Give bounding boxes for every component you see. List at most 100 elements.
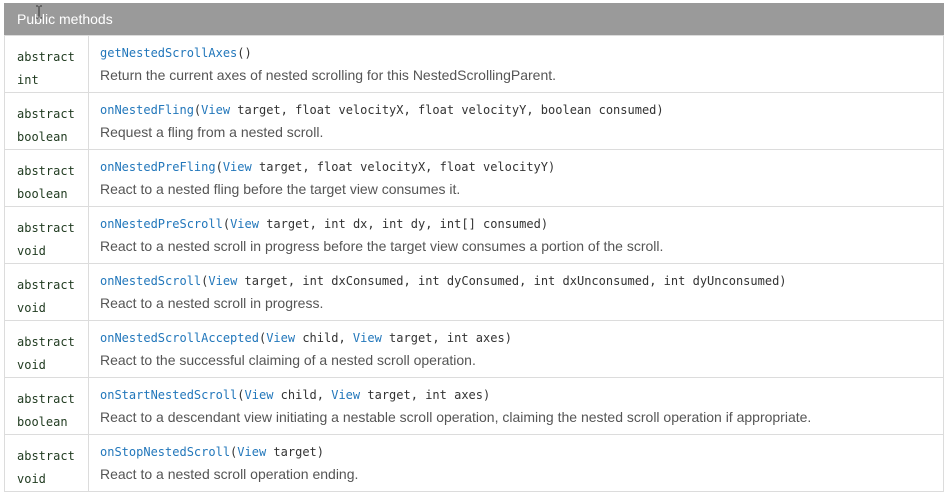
param-type: int bbox=[533, 274, 556, 288]
modifier-text: abstract bbox=[17, 278, 75, 292]
return-type-cell: abstract void bbox=[4, 206, 89, 264]
methods-table-body: abstract int getNestedScrollAxes() Return t… bbox=[4, 35, 944, 492]
param-type: float bbox=[295, 103, 332, 117]
return-type-text: boolean bbox=[17, 187, 68, 201]
method-signature: onStartNestedScroll(View child, View tar… bbox=[100, 388, 491, 402]
param-type-link[interactable]: View bbox=[245, 388, 274, 402]
method-name-link[interactable]: getNestedScrollAxes bbox=[100, 46, 237, 60]
public-methods-section: Public methods abstract int getNestedScrol… bbox=[4, 3, 944, 492]
method-name-link[interactable]: onStopNestedScroll bbox=[100, 445, 230, 459]
return-type: abstract boolean bbox=[5, 150, 88, 206]
modifier-text: abstract bbox=[17, 449, 75, 463]
param-type: int bbox=[417, 274, 440, 288]
return-type-cell: abstract void bbox=[4, 320, 89, 378]
param-type: float bbox=[417, 103, 455, 117]
method-description: React to a nested scroll in progress. bbox=[100, 295, 324, 311]
method-detail-cell: onNestedFling(View target, float velocit… bbox=[88, 92, 944, 150]
modifier-text: abstract bbox=[17, 107, 75, 121]
method-row: abstract void onStopNestedScroll(View targ… bbox=[4, 434, 944, 492]
method-name-link[interactable]: onStartNestedScroll bbox=[100, 388, 237, 402]
param-type: int bbox=[425, 388, 447, 402]
method-row: abstract void onNestedScrollAccepted(View … bbox=[4, 320, 944, 378]
method-signature: onNestedScrollAccepted(View child, View … bbox=[100, 331, 512, 345]
method-description: Request a fling from a nested scroll. bbox=[100, 124, 324, 140]
method-detail-cell: onNestedScrollAccepted(View child, View … bbox=[88, 320, 944, 378]
param-name: axes bbox=[454, 388, 484, 402]
method-name-link[interactable]: onNestedScroll bbox=[100, 274, 201, 288]
param-name: target bbox=[273, 445, 317, 459]
param-type-link[interactable]: View bbox=[266, 331, 295, 345]
method-name-link[interactable]: onNestedScrollAccepted bbox=[100, 331, 259, 345]
method-description: Return the current axes of nested scroll… bbox=[100, 67, 557, 83]
method-row: abstract boolean onNestedPreFling(View tar… bbox=[4, 149, 944, 207]
return-type-text: void bbox=[17, 301, 46, 315]
param-name: target bbox=[244, 274, 288, 288]
param-type-link[interactable]: View bbox=[201, 103, 230, 117]
param-name: dyUnconsumed bbox=[692, 274, 780, 288]
method-detail-cell: onStopNestedScroll(View target) React to … bbox=[88, 434, 944, 492]
method-detail-cell: getNestedScrollAxes() Return the current … bbox=[88, 35, 944, 93]
method-description: React to a nested scroll in progress bef… bbox=[100, 238, 664, 254]
return-type-cell: abstract void bbox=[4, 434, 89, 492]
param-name: target bbox=[389, 331, 433, 345]
param-type-link[interactable]: View bbox=[208, 274, 237, 288]
return-type-cell: abstract void bbox=[4, 263, 89, 321]
method-signature: onStopNestedScroll(View target) bbox=[100, 445, 325, 459]
param-type: int bbox=[324, 217, 346, 231]
return-type: abstract boolean bbox=[5, 378, 88, 434]
param-name: velocityX bbox=[338, 103, 404, 117]
return-type-text: void bbox=[17, 244, 46, 258]
return-type: abstract void bbox=[5, 264, 88, 320]
return-type: abstract void bbox=[5, 207, 88, 263]
param-name: dxUnconsumed bbox=[562, 274, 650, 288]
section-header: Public methods bbox=[4, 3, 944, 35]
method-description: React to the successful claiming of a ne… bbox=[100, 352, 476, 368]
param-name: target bbox=[266, 217, 310, 231]
return-type-cell: abstract boolean bbox=[4, 92, 89, 150]
param-type: boolean bbox=[540, 103, 592, 117]
param-name: consumed bbox=[598, 103, 657, 117]
param-name: dxConsumed bbox=[331, 274, 404, 288]
param-type-link[interactable]: View bbox=[223, 160, 252, 174]
param-name: velocityY bbox=[482, 160, 549, 174]
return-type-text: int bbox=[17, 73, 39, 87]
method-signature: onNestedScroll(View target, int dxConsum… bbox=[100, 274, 787, 288]
param-name: target bbox=[258, 160, 303, 174]
return-type-cell: abstract int bbox=[4, 35, 89, 93]
method-name-link[interactable]: onNestedPreScroll bbox=[100, 217, 223, 231]
return-type-text: void bbox=[17, 358, 46, 372]
param-type-link[interactable]: View bbox=[353, 331, 382, 345]
param-type: int[] bbox=[439, 217, 476, 231]
param-name: axes bbox=[475, 331, 505, 345]
method-detail-cell: onNestedPreScroll(View target, int dx, i… bbox=[88, 206, 944, 264]
param-type: float bbox=[439, 160, 476, 174]
param-type-link[interactable]: View bbox=[237, 445, 266, 459]
method-description: React to a descendant view initiating a … bbox=[100, 409, 812, 425]
method-name-link[interactable]: onNestedPreFling bbox=[100, 160, 216, 174]
param-type: float bbox=[316, 160, 353, 174]
method-detail-cell: onNestedScroll(View target, int dxConsum… bbox=[88, 263, 944, 321]
method-description: React to a nested scroll operation endin… bbox=[100, 466, 359, 482]
text-cursor-icon bbox=[36, 5, 42, 19]
method-signature: onNestedPreFling(View target, float velo… bbox=[100, 160, 556, 174]
param-type: int bbox=[663, 274, 686, 288]
return-type-cell: abstract boolean bbox=[4, 149, 89, 207]
param-name: dy bbox=[410, 217, 426, 231]
return-type: abstract void bbox=[5, 435, 88, 491]
return-type: abstract boolean bbox=[5, 93, 88, 149]
return-type-text: boolean bbox=[17, 415, 68, 429]
return-type-text: boolean bbox=[17, 130, 68, 144]
param-name: target bbox=[237, 103, 281, 117]
return-type: abstract int bbox=[5, 36, 88, 92]
method-row: abstract void onNestedScroll(View target, … bbox=[4, 263, 944, 321]
method-signature: onNestedFling(View target, float velocit… bbox=[100, 103, 664, 117]
section-title: Public methods bbox=[17, 11, 113, 27]
modifier-text: abstract bbox=[17, 392, 75, 406]
method-row: abstract void onNestedPreScroll(View targe… bbox=[4, 206, 944, 264]
method-detail-cell: onStartNestedScroll(View child, View tar… bbox=[88, 377, 944, 435]
param-type-link[interactable]: View bbox=[331, 388, 360, 402]
param-type-link[interactable]: View bbox=[230, 217, 259, 231]
param-type: int bbox=[446, 331, 469, 345]
method-name-link[interactable]: onNestedFling bbox=[100, 103, 194, 117]
modifier-text: abstract bbox=[17, 221, 75, 235]
